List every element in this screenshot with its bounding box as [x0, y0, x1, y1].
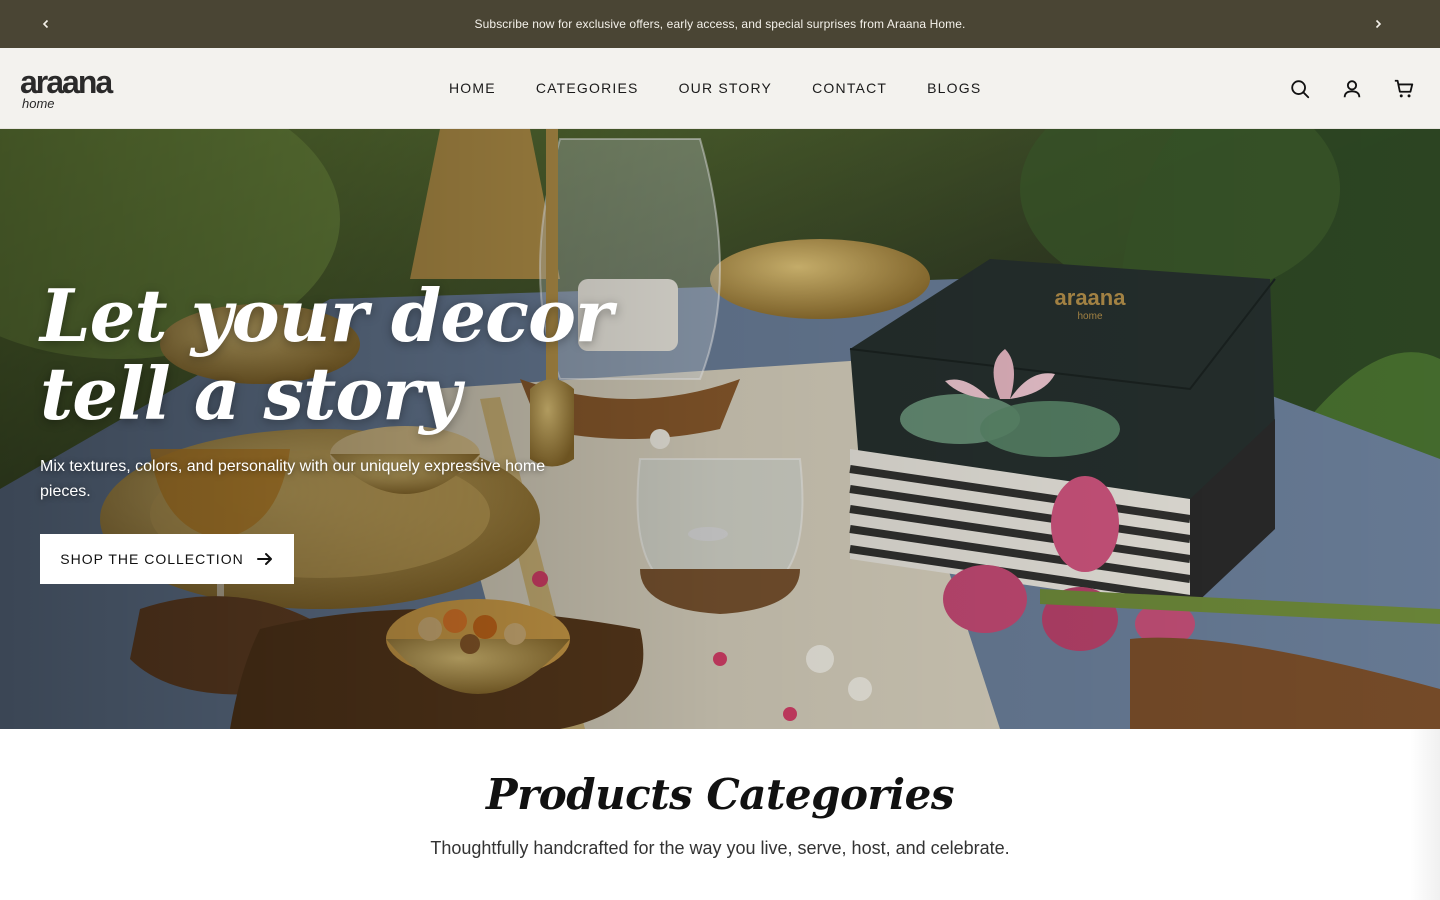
shop-collection-label: SHOP THE COLLECTION [60, 551, 244, 567]
site-header: araana home HOME CATEGORIES OUR STORY CO… [0, 48, 1440, 129]
nav-categories[interactable]: CATEGORIES [536, 80, 639, 96]
main-nav: HOME CATEGORIES OUR STORY CONTACT BLOGS [449, 80, 981, 96]
announcement-text: Subscribe now for exclusive offers, earl… [474, 17, 966, 31]
hero-subtitle: Mix textures, colors, and personality wi… [40, 458, 546, 500]
search-icon[interactable] [1288, 77, 1312, 101]
hero-title-line-2: tell a story [40, 351, 461, 436]
header-icons [1288, 77, 1416, 101]
nav-contact[interactable]: CONTACT [812, 80, 887, 96]
logo[interactable]: araana home [20, 66, 150, 112]
announcement-bar: Subscribe now for exclusive offers, earl… [0, 0, 1440, 48]
account-icon[interactable] [1340, 77, 1364, 101]
logo-subtext: home [22, 96, 55, 111]
hero-title: Let your decor tell a story [40, 277, 640, 433]
chevron-left-icon[interactable] [36, 14, 56, 34]
cart-icon[interactable] [1392, 77, 1416, 101]
nav-blogs[interactable]: BLOGS [927, 80, 981, 96]
nav-home[interactable]: HOME [449, 80, 496, 96]
nav-our-story[interactable]: OUR STORY [679, 80, 773, 96]
categories-title: Products Categories [486, 770, 954, 819]
logo-wordmark: araana [20, 64, 113, 100]
categories-subtitle: Thoughtfully handcrafted for the way you… [430, 838, 1010, 858]
shop-collection-button[interactable]: SHOP THE COLLECTION [40, 534, 294, 584]
hero-banner: araana home Let your decor tell a story … [0, 129, 1440, 729]
scroll-edge-shadow [1410, 729, 1440, 900]
arrow-right-icon [256, 553, 272, 565]
hero-title-line-1: Let your decor [40, 273, 613, 358]
chevron-right-icon[interactable] [1368, 14, 1388, 34]
